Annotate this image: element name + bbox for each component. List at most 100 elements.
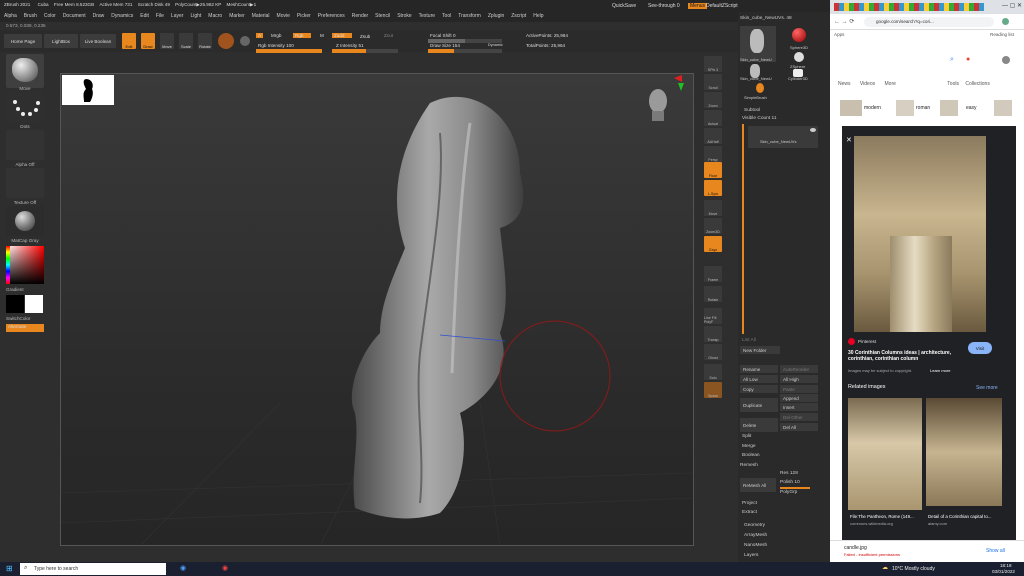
res-slider[interactable]: Res 128: [780, 471, 798, 476]
seethrough-slider[interactable]: See-through 0: [648, 3, 680, 9]
polish-slider[interactable]: Polish 10: [780, 480, 800, 485]
polish-bar[interactable]: [780, 487, 810, 489]
arraymesh-menu[interactable]: ArrayMesh: [744, 533, 767, 538]
live-boolean-button[interactable]: Live Boolean: [80, 34, 116, 48]
merge-menu[interactable]: Merge: [742, 444, 756, 449]
menu-item[interactable]: Zplugin: [488, 13, 504, 19]
home-page-button[interactable]: Home Page: [4, 34, 42, 48]
menu-item[interactable]: Document: [63, 13, 86, 19]
menu-item[interactable]: Render: [352, 13, 368, 19]
new-folder-button[interactable]: New Folder: [740, 346, 780, 354]
delete-button[interactable]: Delete: [740, 418, 778, 432]
project-menu[interactable]: Project: [742, 501, 757, 506]
reading-list[interactable]: Reading list: [990, 32, 1014, 37]
show-all-link[interactable]: Show all: [986, 548, 1005, 554]
menu-item[interactable]: Preferences: [318, 13, 345, 19]
clock-date[interactable]: 03/01/2022: [992, 569, 1015, 574]
chip-easy[interactable]: easy: [966, 105, 977, 111]
remesh-menu[interactable]: Remesh: [740, 463, 758, 468]
mrgb-toggle[interactable]: Mrgb: [271, 33, 281, 38]
material-sphere-icon[interactable]: [218, 33, 234, 49]
subtool-scrollbar[interactable]: [742, 124, 744, 334]
menu-item[interactable]: Color: [44, 13, 56, 19]
primary-color-swatch[interactable]: [6, 295, 24, 313]
menu-item[interactable]: Tool: [442, 13, 451, 19]
gxyz-button[interactable]: Gxyz: [704, 236, 722, 252]
remesh-all-button[interactable]: ReMesh All: [740, 478, 776, 492]
visible-count[interactable]: Visible Count 11: [742, 116, 777, 121]
visit-button[interactable]: Visit: [968, 342, 992, 354]
floor-button[interactable]: Floor: [704, 162, 722, 178]
menu-item[interactable]: Layer: [171, 13, 184, 19]
weather-icon[interactable]: ☁: [882, 564, 888, 571]
focal-shift-slider[interactable]: Focal Shift 0: [430, 33, 456, 38]
menu-item[interactable]: Texture: [419, 13, 435, 19]
polyf-button[interactable]: Line Fill PolyF: [704, 308, 722, 324]
taskbar-search[interactable]: ⌕ Type here to search: [20, 563, 166, 575]
related-title-1[interactable]: File:The Pantheon, Rome (149...: [850, 514, 914, 519]
z-intensity-slider[interactable]: Z Intensity 51: [336, 43, 364, 48]
aahalf-button[interactable]: AAHalf: [704, 128, 722, 144]
chip-image[interactable]: [940, 100, 958, 116]
download-name[interactable]: candle.jpg: [844, 545, 867, 551]
color-swap-icon[interactable]: [240, 36, 250, 46]
rename-button[interactable]: Rename: [740, 365, 778, 373]
rgb-intensity-slider[interactable]: Rgb Intensity 100: [258, 43, 294, 48]
geometry-menu[interactable]: Geometry: [744, 523, 765, 528]
apps-bookmark[interactable]: Apps: [834, 32, 844, 37]
zadd-toggle[interactable]: Zadd: [332, 33, 353, 38]
default-script-button[interactable]: DefaultZScript: [706, 3, 738, 9]
rgb-toggle[interactable]: Rgb: [293, 33, 312, 38]
copy-button[interactable]: Copy: [740, 385, 778, 393]
m-toggle[interactable]: M: [320, 33, 324, 38]
close-icon[interactable]: ✕: [846, 136, 852, 144]
menu-item[interactable]: Alpha: [4, 13, 17, 19]
append-button[interactable]: Append: [780, 394, 818, 402]
address-bar[interactable]: google.com/search?q=cori...: [864, 17, 994, 27]
nav-icons[interactable]: ← → ⟳: [834, 18, 854, 25]
tab-collections[interactable]: Collections: [965, 81, 989, 87]
persp-button[interactable]: Persp: [704, 146, 722, 162]
polygrp-toggle[interactable]: PolyGrp: [780, 490, 797, 495]
lightbox-button[interactable]: LightBox: [44, 34, 78, 48]
tab-favicons[interactable]: [834, 3, 984, 11]
tab-videos[interactable]: Videos: [860, 81, 875, 87]
preview-image[interactable]: [854, 136, 986, 332]
a-toggle[interactable]: A: [256, 33, 264, 38]
duplicate-button[interactable]: Duplicate: [740, 398, 778, 412]
chip-image[interactable]: [896, 100, 914, 116]
rgb-intensity-bar[interactable]: [256, 49, 322, 53]
move-button[interactable]: Move: [160, 33, 174, 49]
xpose-button[interactable]: Xpose: [704, 382, 722, 398]
ghost-button[interactable]: Ghost: [704, 344, 722, 360]
quicksave-button[interactable]: QuickSave: [612, 3, 636, 9]
scroll-button[interactable]: Scroll: [704, 74, 722, 90]
search-icon[interactable]: ⌕: [950, 56, 954, 64]
paste-button[interactable]: Paste: [780, 385, 818, 393]
list-all-button[interactable]: List All: [742, 338, 756, 343]
transp-button[interactable]: Transp: [704, 326, 722, 342]
menu-item[interactable]: Zscript: [511, 13, 526, 19]
frame-button[interactable]: Frame: [704, 266, 722, 282]
menu-item[interactable]: Help: [533, 13, 543, 19]
alpha-thumbnail[interactable]: [6, 130, 44, 160]
related-title-2[interactable]: Detail of a Corinthian capital to...: [928, 514, 991, 519]
secondary-color-swatch[interactable]: [25, 295, 43, 313]
zsub-toggle[interactable]: Zsub: [360, 34, 370, 39]
edge-icon[interactable]: ◉: [180, 564, 186, 572]
zcut-toggle[interactable]: Zcut: [384, 33, 393, 38]
layers-menu[interactable]: Layers: [744, 553, 758, 558]
split-menu[interactable]: Split: [742, 434, 751, 439]
menu-item[interactable]: Macro: [208, 13, 222, 19]
scale-button[interactable]: Scale: [179, 33, 193, 49]
boolean-menu[interactable]: Boolean: [742, 453, 760, 458]
edit-button[interactable]: Edit: [122, 33, 136, 49]
rotate-button[interactable]: Rotate: [198, 33, 212, 49]
nanomesh-menu[interactable]: NanoMesh: [744, 543, 767, 548]
subtool-item[interactable]: Skin_cube_NewUVs: [748, 126, 818, 148]
account-avatar[interactable]: [1002, 56, 1010, 64]
menus-button[interactable]: Menus: [688, 3, 708, 9]
windows-start-icon[interactable]: ⊞: [6, 564, 13, 573]
dynamic-toggle[interactable]: Dynamic: [488, 43, 503, 47]
menu-item[interactable]: Stencil: [375, 13, 390, 19]
